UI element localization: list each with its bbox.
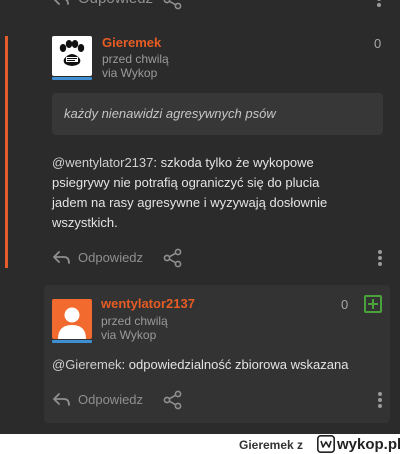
user-silhouette-icon (58, 307, 86, 339)
reply-source[interactable]: via Wykop (101, 328, 156, 342)
new-comment-indicator (5, 36, 8, 268)
reply-button[interactable]: Odpowiedz (78, 0, 153, 8)
comment-vote-count: 0 (374, 36, 382, 51)
previous-comment-actions: Odpowiedz (0, 0, 400, 10)
quote-text: każdy nienawidzi agresywnych psów (64, 106, 276, 121)
quote-block: każdy nienawidzi agresywnych psów (52, 93, 383, 135)
comment-text-line: wszystkich. (52, 215, 118, 230)
reply-icon[interactable] (52, 0, 70, 8)
avatar-underline (52, 340, 92, 343)
comment-text-line: psiegrywy nie potrafią ograniczyć się do… (52, 175, 320, 190)
reply-time: przed chwilą (101, 314, 168, 328)
comment-text-line: jadem na rasy agresywne i wyzywają dosło… (52, 195, 328, 210)
source-credit: Gieremek z (239, 438, 304, 452)
comment-text-line: : szkoda tylko że wykopowe (153, 155, 314, 170)
comment-time: przed chwilą (102, 52, 169, 66)
reply-icon[interactable] (52, 248, 72, 268)
more-icon[interactable] (377, 391, 383, 409)
plus-icon[interactable] (364, 295, 382, 313)
comment-thread: Odpowiedz Gieremek przed chwilą via Wyko… (0, 0, 400, 434)
mention-link[interactable]: @Gieremek (52, 357, 122, 372)
default-avatar[interactable] (52, 299, 92, 339)
more-icon[interactable] (377, 249, 383, 267)
comment-actions: Odpowiedz (52, 248, 387, 272)
reply-actions: Odpowiedz (52, 390, 387, 414)
comment-author[interactable]: Gieremek (102, 35, 161, 50)
share-icon[interactable] (163, 0, 183, 10)
reply-body: @Gieremek: odpowiedzialność zbiorowa wsk… (52, 355, 386, 375)
comment-body: @wentylator2137: szkoda tylko że wykopow… (52, 153, 387, 233)
share-icon[interactable] (163, 248, 183, 268)
paw-icon (59, 40, 85, 66)
mention-link[interactable]: @wentylator2137 (52, 155, 153, 170)
share-icon[interactable] (163, 390, 183, 410)
paw-avatar[interactable] (52, 36, 92, 76)
reply-icon[interactable] (52, 390, 72, 410)
reply-button[interactable]: Odpowiedz (78, 250, 143, 265)
wykop-logo-text: wykop.pl (337, 436, 400, 453)
reply-vote-count: 0 (341, 297, 349, 312)
reply-author[interactable]: wentylator2137 (101, 296, 195, 311)
more-icon[interactable] (376, 0, 382, 8)
avatar-underline (52, 77, 92, 80)
reply-button[interactable]: Odpowiedz (78, 392, 143, 407)
wykop-logo-icon (317, 435, 335, 453)
reply-text: : odpowiedzialność zbiorowa wskazana (121, 357, 349, 372)
watermark-footer: Gieremek z wykop.pl (0, 434, 400, 454)
comment-source[interactable]: via Wykop (102, 66, 157, 80)
